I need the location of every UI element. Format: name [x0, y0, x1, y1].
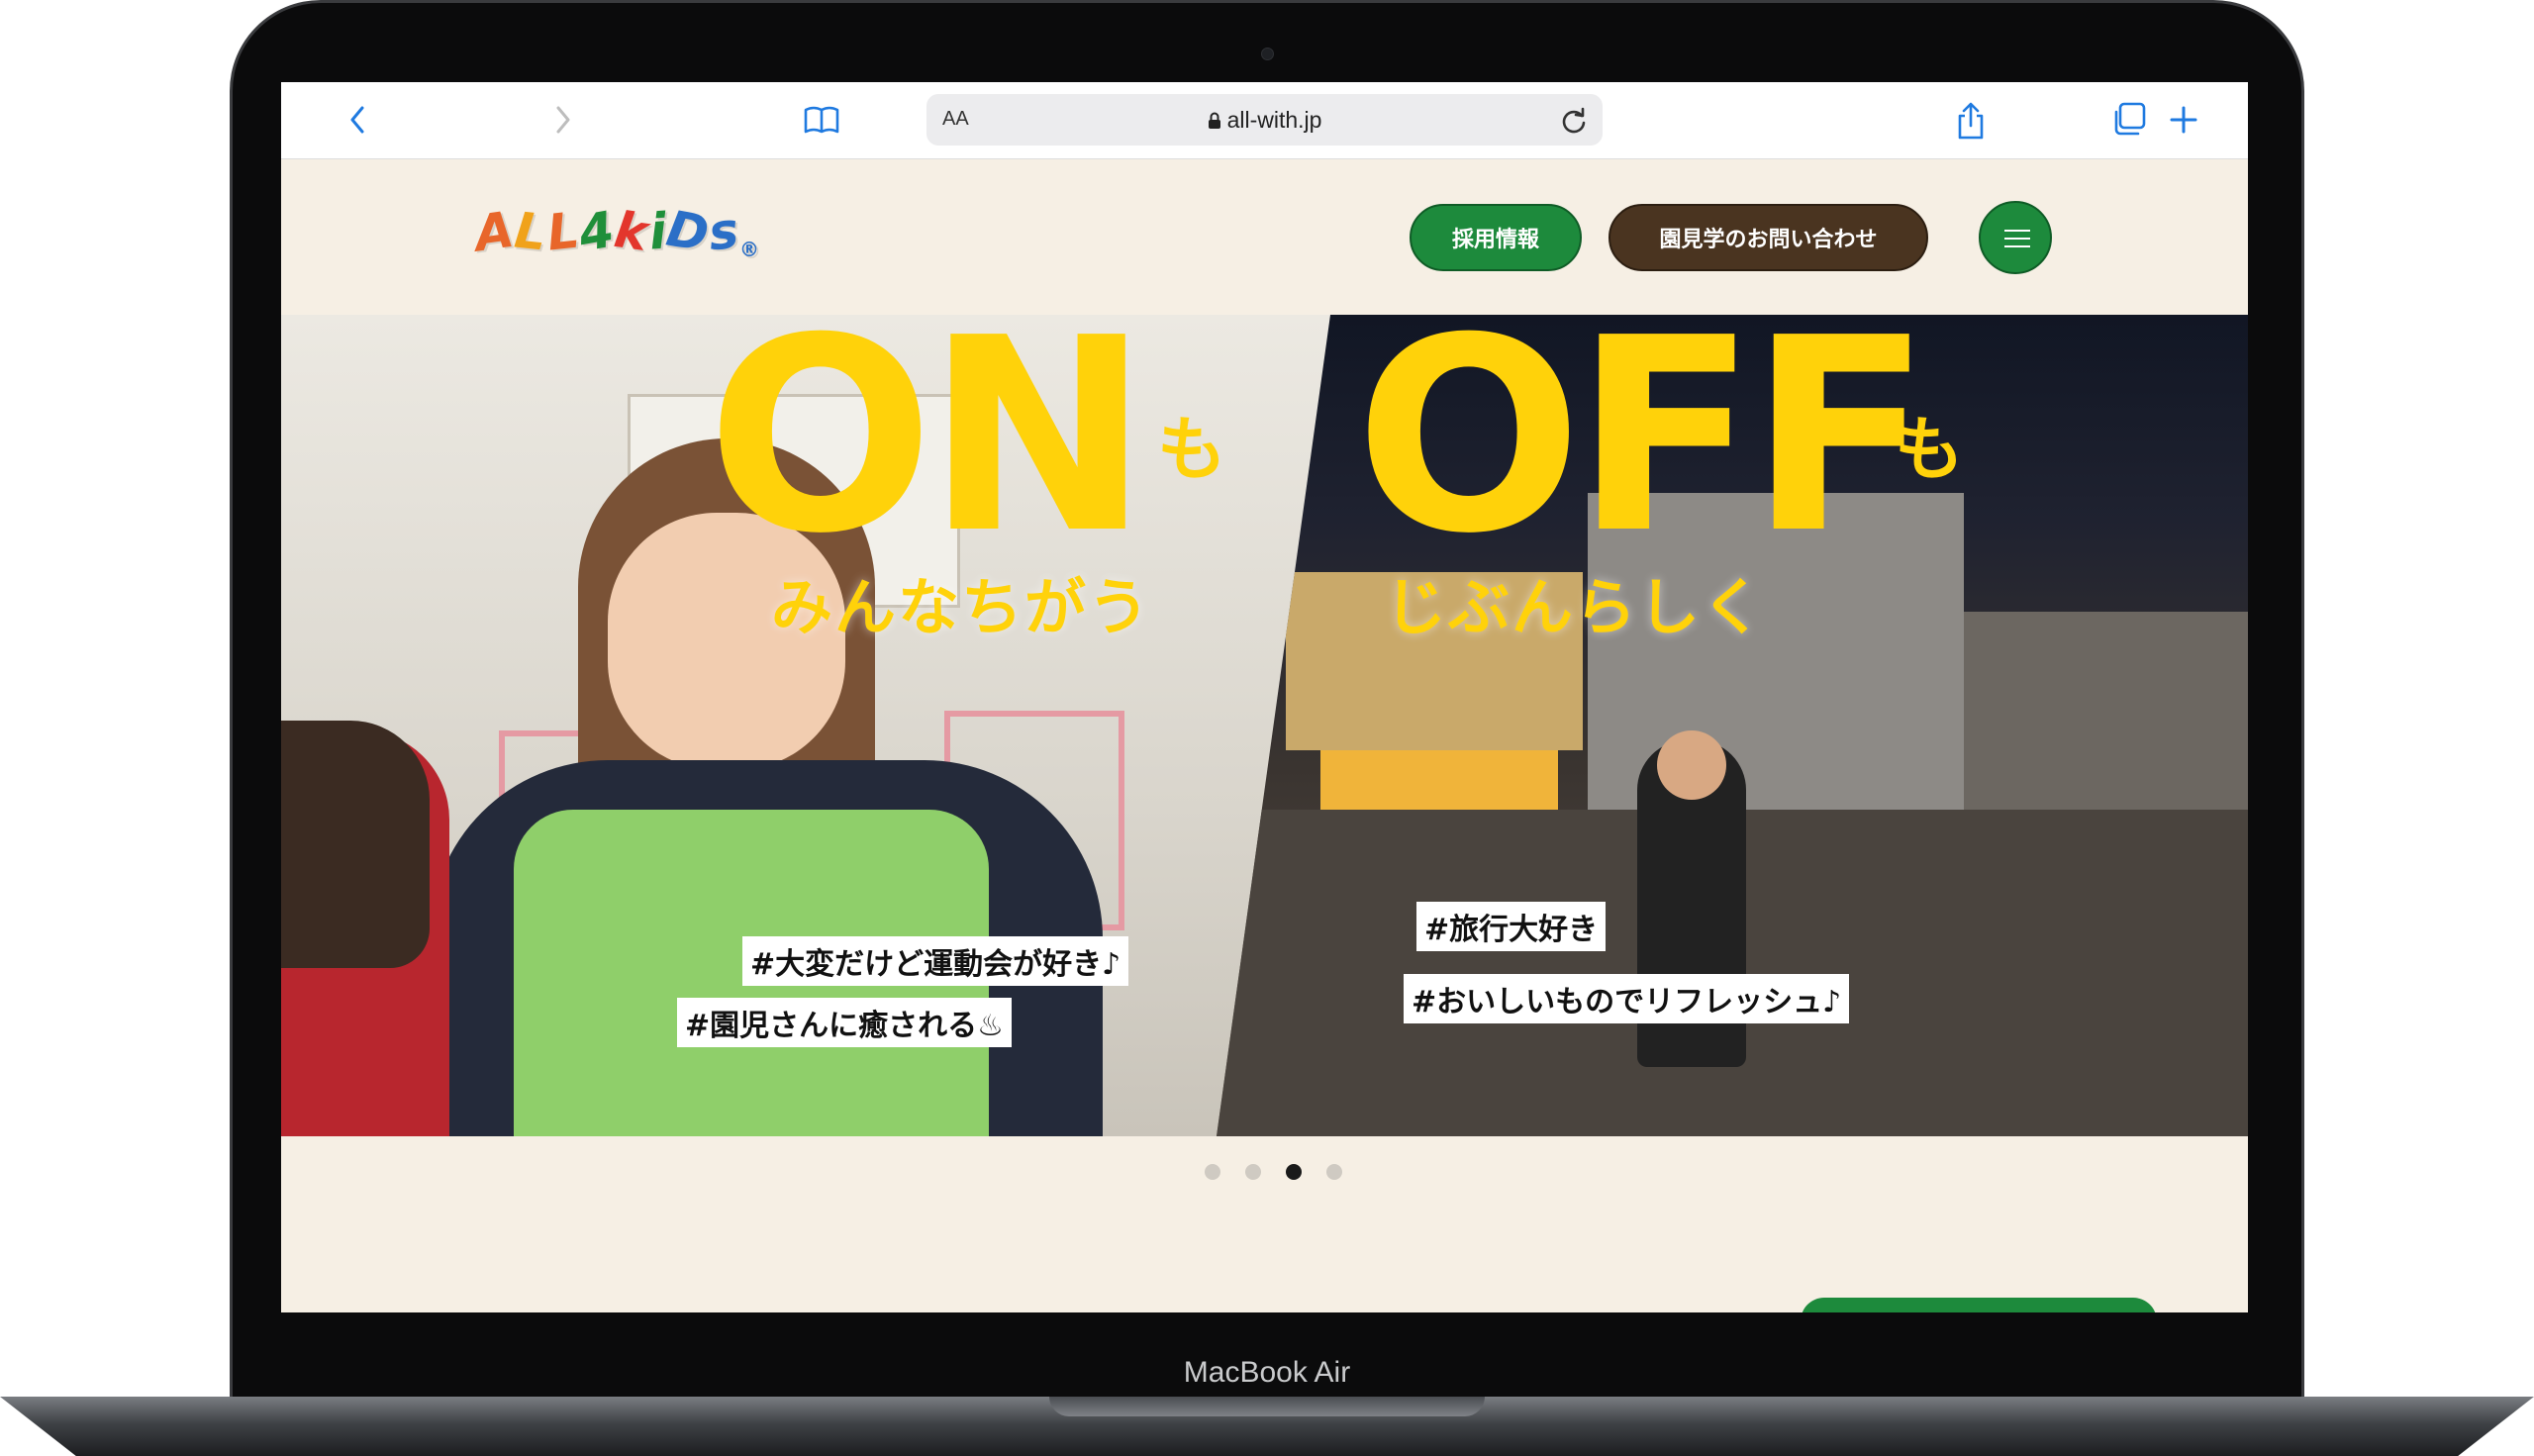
lock-icon	[1208, 112, 1220, 129]
back-icon[interactable]	[344, 100, 370, 140]
hashtag-left-2: #園児さんに癒される♨	[677, 998, 1013, 1047]
hashtag-right-2: #おいしいものでリフレッシュ♪	[1404, 974, 1850, 1023]
logo-letter: k	[611, 200, 653, 263]
child-hair	[281, 721, 430, 968]
on-mo: も	[1157, 409, 1226, 490]
hashtag-right-1: #旅行大好き	[1416, 902, 1607, 951]
carousel-dot-2[interactable]	[1245, 1164, 1261, 1180]
device-label: MacBook Air	[1183, 1356, 1351, 1389]
all4kids-logo[interactable]: ALL4kiDs®	[471, 200, 760, 264]
hashtag-left-1: #大変だけど運動会が好き♪	[742, 936, 1129, 986]
on-subcopy: みんなちがう	[771, 571, 1152, 643]
carousel-dot-1[interactable]	[1205, 1164, 1220, 1180]
hero-slide[interactable]: ON も みんなちがう OFF も じぶんらしく #大変だけど運動会が好き♪ #…	[281, 315, 2248, 1136]
on-headline: ON	[707, 315, 1149, 592]
reload-icon[interactable]	[1559, 104, 1589, 140]
logo-registered-mark: ®	[738, 238, 760, 261]
new-tab-icon[interactable]	[2166, 100, 2201, 140]
carousel-dot-3[interactable]	[1286, 1164, 1302, 1180]
camera	[1261, 48, 1274, 60]
visit-inquiry-button[interactable]: 園見学のお問い合わせ	[1608, 204, 1928, 271]
site-header: ALL4kiDs® 採用情報 園見学のお問い合わせ	[281, 159, 2248, 315]
url-text: all-with.jp	[1226, 107, 1322, 133]
logo-letter: s	[706, 201, 742, 262]
tabs-overview-icon[interactable]	[2110, 100, 2150, 140]
woman-head	[1657, 730, 1726, 800]
url-display[interactable]: all-with.jp	[926, 107, 1603, 134]
off-headline: OFF	[1355, 315, 1931, 592]
share-icon[interactable]	[1954, 100, 1988, 142]
laptop-notch	[1049, 1397, 1485, 1416]
off-mo: も	[1895, 409, 1964, 490]
recruit-button[interactable]: 採用情報	[1410, 204, 1582, 271]
bookmarks-icon[interactable]	[802, 100, 841, 140]
off-subcopy: じぶんらしく	[1385, 571, 1766, 643]
hamburger-icon[interactable]	[1979, 201, 2052, 274]
screen: AA all-with.jp ALL4kiDs® 採用情報 園見学のお問い合わせ	[281, 82, 2248, 1312]
forward-icon[interactable]	[550, 100, 576, 140]
floating-button-peek[interactable]	[1801, 1298, 2157, 1312]
building-2	[1964, 612, 2248, 829]
carousel-dot-4[interactable]	[1326, 1164, 1342, 1180]
browser-toolbar: AA all-with.jp	[281, 82, 2248, 159]
address-bar[interactable]: AA all-with.jp	[926, 94, 1603, 146]
logo-letter: A	[471, 200, 519, 263]
